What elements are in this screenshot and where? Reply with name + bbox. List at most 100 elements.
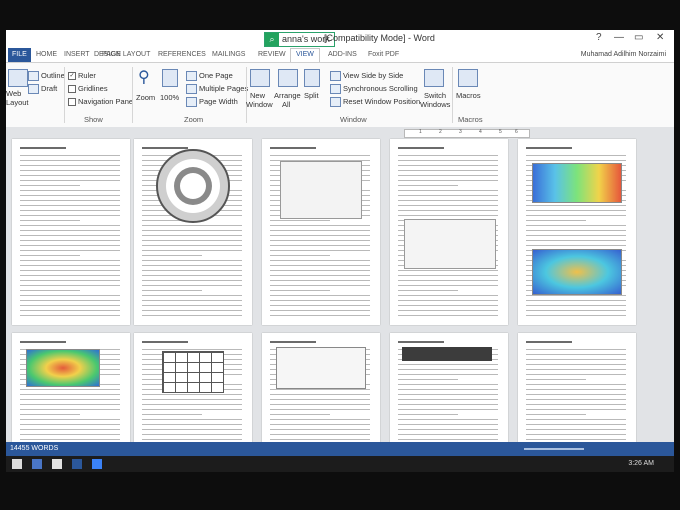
text-line [20, 180, 120, 181]
status-bar: 14455 WORDS [6, 442, 674, 456]
red-heading-figure [402, 347, 492, 361]
text-line [526, 300, 626, 301]
text-line [270, 230, 370, 231]
tab-references[interactable]: REFERENCES [158, 51, 206, 58]
horizontal-ruler[interactable]: 1 2 3 4 5 6 [404, 129, 530, 138]
switch-windows-label[interactable]: Switch [424, 91, 446, 100]
view-side-by-side-button[interactable]: View Side by Side [330, 71, 403, 82]
arrange-all-label[interactable]: Arrange [274, 91, 301, 100]
outline-button[interactable]: Outline [28, 71, 65, 82]
document-page[interactable] [134, 333, 252, 442]
synchronous-scrolling-button[interactable]: Synchronous Scrolling [330, 84, 418, 95]
page-heading-line [20, 147, 66, 149]
document-page[interactable] [390, 139, 508, 325]
ribbon-view: Web Layout Outline Draft ✓ Ruler Gridline… [6, 62, 674, 128]
web-layout-label-2[interactable]: Layout [6, 98, 29, 107]
group-separator [64, 67, 65, 123]
ruler-checkbox[interactable]: ✓ Ruler [68, 71, 96, 81]
tab-page-layout[interactable]: PAGE LAYOUT [102, 51, 150, 58]
document-page[interactable] [390, 333, 508, 442]
text-line [20, 250, 120, 251]
text-line [270, 434, 370, 435]
text-line [398, 419, 498, 420]
zoom-slider[interactable] [524, 448, 584, 450]
document-page[interactable] [12, 333, 130, 442]
text-line [20, 205, 120, 206]
reset-position-icon [330, 97, 341, 108]
text-line [20, 275, 120, 276]
new-window-label[interactable]: New [250, 91, 265, 100]
macros-icon[interactable] [458, 69, 478, 87]
text-line [398, 389, 498, 390]
close-button[interactable]: ✕ [656, 32, 664, 43]
word-count[interactable]: 14455 WORDS [10, 445, 58, 452]
draft-button[interactable]: Draft [28, 84, 57, 95]
text-line [270, 245, 370, 246]
arrange-all-icon[interactable] [278, 69, 298, 87]
tab-foxit-pdf[interactable]: Foxit PDF [368, 51, 399, 58]
split-button[interactable]: Split [304, 91, 319, 100]
text-line [142, 409, 242, 410]
minimize-button[interactable]: — [614, 32, 624, 43]
word-window: ⌕ anna's work [Compatibility Mode] - Wor… [6, 30, 674, 472]
tab-home[interactable]: HOME [36, 51, 57, 58]
check-icon: ✓ [68, 72, 76, 81]
text-line [142, 275, 242, 276]
document-area[interactable]: 1 2 3 4 5 6 [6, 127, 674, 442]
tab-insert[interactable]: INSERT [64, 51, 90, 58]
gridlines-checkbox[interactable]: Gridlines [68, 84, 108, 94]
zoom-100-button[interactable]: 100% [160, 93, 179, 102]
windows-start-icon[interactable] [12, 459, 22, 469]
help-button[interactable]: ? [596, 32, 602, 43]
text-line [526, 384, 626, 385]
hundred-percent-icon[interactable] [162, 69, 178, 87]
magnifier-icon[interactable]: ⚲ [138, 67, 150, 87]
arrange-all-label-2[interactable]: All [282, 100, 290, 109]
new-window-label-2[interactable]: Window [246, 100, 273, 109]
title-bar: ⌕ anna's work [Compatibility Mode] - Wor… [6, 30, 674, 48]
text-line [398, 205, 498, 206]
document-page[interactable] [518, 139, 636, 325]
document-page[interactable] [262, 333, 380, 442]
tab-mailings[interactable]: MAILINGS [212, 51, 245, 58]
app-taskbar-icon[interactable] [92, 459, 102, 469]
text-line [398, 190, 498, 191]
text-line [142, 270, 242, 271]
zoom-button[interactable]: Zoom [136, 93, 155, 102]
word-taskbar-icon[interactable] [72, 459, 82, 469]
one-page-button[interactable]: One Page [186, 71, 233, 82]
new-window-icon[interactable] [250, 69, 270, 87]
tab-add-ins[interactable]: ADD-INS [328, 51, 357, 58]
navigation-pane-checkbox[interactable]: Navigation Pane [68, 97, 133, 107]
text-line [20, 220, 80, 221]
text-line [526, 225, 626, 226]
text-line [398, 210, 498, 211]
web-layout-label[interactable]: Web [6, 89, 21, 98]
document-page[interactable] [134, 139, 252, 325]
tab-review[interactable]: REVIEW [258, 51, 286, 58]
web-layout-icon[interactable] [8, 69, 28, 87]
page-width-button[interactable]: Page Width [186, 97, 238, 108]
text-line [398, 305, 498, 306]
split-icon[interactable] [304, 69, 320, 87]
macros-button[interactable]: Macros [456, 91, 481, 100]
text-line [270, 155, 370, 156]
document-page[interactable] [518, 333, 636, 442]
user-name[interactable]: Muhamad Adilhim Norzaimi [581, 51, 666, 58]
reset-window-position-button[interactable]: Reset Window Position [330, 97, 420, 108]
document-page[interactable] [262, 139, 380, 325]
switch-windows-icon[interactable] [424, 69, 444, 87]
explorer-icon[interactable] [32, 459, 42, 469]
text-line [526, 439, 626, 440]
text-line [398, 170, 498, 171]
text-line [526, 419, 626, 420]
text-line [20, 160, 120, 161]
text-line [398, 300, 498, 301]
restore-button[interactable]: ▭ [634, 32, 643, 43]
tab-file[interactable]: FILE [8, 48, 31, 62]
document-page[interactable] [12, 139, 130, 325]
multiple-pages-button[interactable]: Multiple Pages [186, 84, 248, 95]
chrome-icon[interactable] [52, 459, 62, 469]
switch-windows-label-2[interactable]: Windows [420, 100, 450, 109]
tab-view[interactable]: VIEW [290, 48, 320, 62]
